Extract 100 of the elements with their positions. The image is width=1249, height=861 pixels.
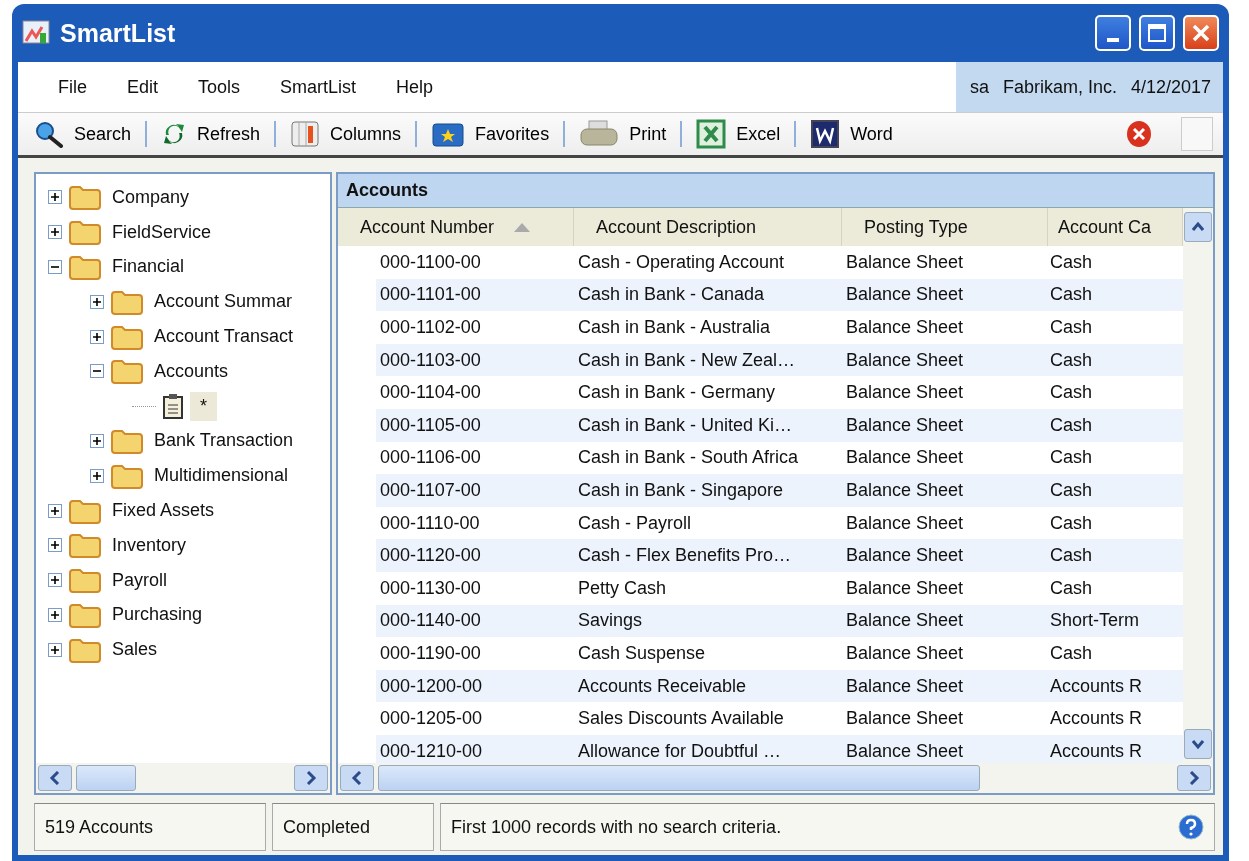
tree-item[interactable]: * bbox=[190, 391, 217, 421]
table-cell-text: Cash bbox=[1049, 479, 1094, 501]
scroll-left-button[interactable] bbox=[38, 765, 72, 791]
menu-item[interactable]: Help bbox=[376, 76, 454, 98]
tree-item[interactable]: Account Summar bbox=[150, 291, 297, 313]
expand-icon[interactable] bbox=[48, 503, 62, 518]
search-icon bbox=[34, 120, 64, 148]
expand-icon[interactable] bbox=[48, 642, 62, 657]
columns-button[interactable]: Columns bbox=[284, 118, 408, 150]
tree-item[interactable]: Bank Transaction bbox=[150, 430, 298, 452]
table-cell-text: 000-1105-00 bbox=[379, 414, 482, 436]
tree-item[interactable]: Inventory bbox=[108, 534, 191, 556]
table-cell-text: Cash bbox=[1049, 545, 1094, 567]
column-header[interactable]: Account Description bbox=[574, 208, 842, 246]
table-cell-text: Cash in Bank - New Zeal… bbox=[577, 349, 797, 371]
table-cell-text: Accounts Receivable bbox=[577, 675, 748, 697]
tree-item[interactable]: Fixed Assets bbox=[108, 500, 219, 522]
scroll-thumb[interactable] bbox=[378, 765, 980, 791]
table-cell-text: Accounts R bbox=[1049, 708, 1144, 730]
table-cell-text: 000-1130-00 bbox=[379, 577, 482, 599]
table-cell-text: 000-1106-00 bbox=[379, 447, 482, 469]
close-icon bbox=[1191, 23, 1211, 43]
word-button[interactable]: Word bbox=[804, 117, 899, 151]
menu-item[interactable]: SmartList bbox=[260, 76, 377, 98]
expand-icon[interactable] bbox=[90, 329, 104, 344]
column-header[interactable]: Posting Type bbox=[842, 208, 1048, 246]
favorites-button[interactable]: Favorites bbox=[425, 118, 556, 150]
maximize-button[interactable] bbox=[1139, 15, 1175, 51]
table-cell-text: Cash bbox=[1049, 284, 1094, 306]
print-button[interactable]: Print bbox=[573, 117, 673, 151]
expand-icon[interactable] bbox=[90, 468, 104, 483]
table-cell-text: Cash bbox=[1049, 382, 1094, 404]
expand-icon[interactable] bbox=[48, 225, 62, 240]
table-cell-text: 000-1140-00 bbox=[379, 610, 482, 632]
menu-item[interactable]: File bbox=[38, 76, 107, 98]
folder-icon bbox=[110, 427, 144, 454]
table-cell-text: Cash bbox=[1049, 317, 1094, 338]
expand-icon[interactable] bbox=[48, 538, 62, 553]
tree-item[interactable]: FieldService bbox=[108, 221, 216, 243]
close-button[interactable] bbox=[1183, 15, 1219, 51]
table-cell-text: Balance Sheet bbox=[845, 577, 965, 599]
scroll-thumb[interactable] bbox=[76, 765, 136, 791]
table-cell-text: Balance Sheet bbox=[845, 317, 965, 338]
table-cell-text: Balance Sheet bbox=[845, 382, 965, 404]
table-cell-text: Accounts R bbox=[1049, 675, 1144, 697]
table-cell-text: Balance Sheet bbox=[845, 414, 965, 436]
record-count: 519 Accounts bbox=[45, 816, 154, 838]
company-name: Fabrikam, Inc. bbox=[1002, 76, 1117, 98]
user-date: 4/12/2017 bbox=[1130, 76, 1211, 98]
scroll-down-button[interactable] bbox=[1184, 729, 1212, 759]
tree-item[interactable]: Accounts bbox=[150, 360, 233, 382]
user-name: sa bbox=[969, 76, 989, 98]
excel-button[interactable]: Excel bbox=[690, 117, 787, 151]
table-cell-text: 000-1210-00 bbox=[379, 740, 484, 762]
menu-item[interactable]: Edit bbox=[107, 76, 179, 98]
expand-icon[interactable] bbox=[48, 607, 62, 622]
search-button[interactable]: Search bbox=[28, 118, 138, 150]
tree-item[interactable]: Financial bbox=[108, 256, 189, 278]
star-folder-icon bbox=[431, 120, 466, 148]
expand-icon[interactable] bbox=[48, 190, 62, 205]
folder-icon bbox=[68, 567, 102, 594]
expand-icon[interactable] bbox=[90, 294, 104, 309]
folder-icon bbox=[68, 636, 102, 663]
tree-item[interactable]: Purchasing bbox=[108, 604, 207, 626]
scroll-up-button[interactable] bbox=[1184, 212, 1212, 242]
table-cell-text: 000-1100-00 bbox=[379, 251, 482, 273]
tree-item[interactable]: Payroll bbox=[108, 569, 172, 591]
scroll-right-button[interactable] bbox=[294, 765, 328, 791]
minimize-button[interactable] bbox=[1095, 15, 1131, 51]
table-cell-text: Balance Sheet bbox=[845, 708, 965, 730]
collapse-icon[interactable] bbox=[48, 260, 62, 274]
tree-item[interactable]: Multidimensional bbox=[150, 465, 293, 487]
collapse-icon[interactable] bbox=[90, 364, 104, 379]
expand-icon[interactable] bbox=[90, 433, 104, 448]
refresh-button[interactable]: Refresh bbox=[155, 119, 267, 149]
printer-icon bbox=[579, 119, 620, 149]
tree-item[interactable]: Company bbox=[108, 186, 194, 208]
column-header[interactable]: Account Number bbox=[338, 208, 574, 246]
table-cell-text: Allowance for Doubtful … bbox=[577, 740, 783, 762]
stop-icon[interactable] bbox=[1125, 119, 1153, 149]
tree-item[interactable]: Sales bbox=[108, 639, 162, 661]
table-cell-text: Cash in Bank - Germany bbox=[577, 382, 777, 404]
table-cell-text: Sales Discounts Available bbox=[577, 708, 785, 730]
table-cell-text: Cash - Payroll bbox=[577, 512, 693, 534]
table-cell-text: Cash in Bank - Canada bbox=[577, 284, 766, 306]
table-cell-text: Cash bbox=[1049, 447, 1094, 469]
table-cell-text: Cash - Flex Benefits Pro… bbox=[577, 545, 793, 567]
table-cell-text: Balance Sheet bbox=[845, 479, 965, 501]
expand-icon[interactable] bbox=[48, 573, 62, 588]
status-text: Completed bbox=[283, 816, 371, 838]
table-cell-text: 000-1104-00 bbox=[379, 382, 482, 404]
folder-icon bbox=[68, 219, 102, 246]
minimize-icon bbox=[1107, 38, 1119, 42]
table-cell-text: Balance Sheet bbox=[845, 284, 965, 306]
scroll-right-button[interactable] bbox=[1177, 765, 1211, 791]
scroll-left-button[interactable] bbox=[340, 765, 374, 791]
help-icon[interactable] bbox=[1178, 814, 1204, 840]
menu-item[interactable]: Tools bbox=[178, 76, 261, 98]
table-cell-text: Cash bbox=[1049, 512, 1094, 534]
tree-item[interactable]: Account Transact bbox=[150, 326, 298, 348]
